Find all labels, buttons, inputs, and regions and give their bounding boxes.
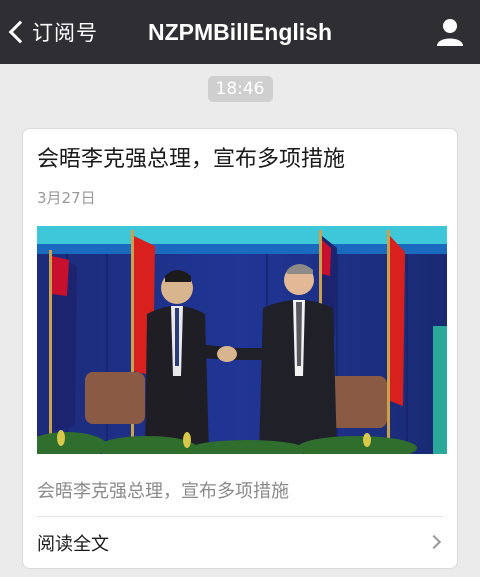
read-more-button[interactable]: 阅读全文 xyxy=(23,517,457,569)
back-button[interactable]: 订阅号 xyxy=(4,14,98,50)
page-title: NZPMBillEnglish xyxy=(148,18,332,45)
read-more-label: 阅读全文 xyxy=(37,534,109,555)
back-label: 订阅号 xyxy=(32,21,98,45)
chevron-right-icon xyxy=(426,534,442,550)
person-icon xyxy=(437,19,463,46)
chevron-left-icon xyxy=(8,20,32,44)
timestamp-row: 18:46 xyxy=(0,76,480,102)
profile-button[interactable] xyxy=(434,16,466,48)
article-title: 会晤李克强总理，宣布多项措施 xyxy=(37,147,346,172)
article-card[interactable]: 会晤李克强总理，宣布多项措施 3月27日 会晤李克强总理，宣布多项措施 阅读全文 xyxy=(22,128,458,569)
article-date: 3月27日 xyxy=(37,189,96,207)
message-timestamp: 18:46 xyxy=(207,76,273,102)
nav-bar: 订阅号 NZPMBillEnglish xyxy=(0,0,480,64)
article-summary: 会晤李克强总理，宣布多项措施 xyxy=(37,481,289,502)
article-cover-image xyxy=(37,226,447,454)
